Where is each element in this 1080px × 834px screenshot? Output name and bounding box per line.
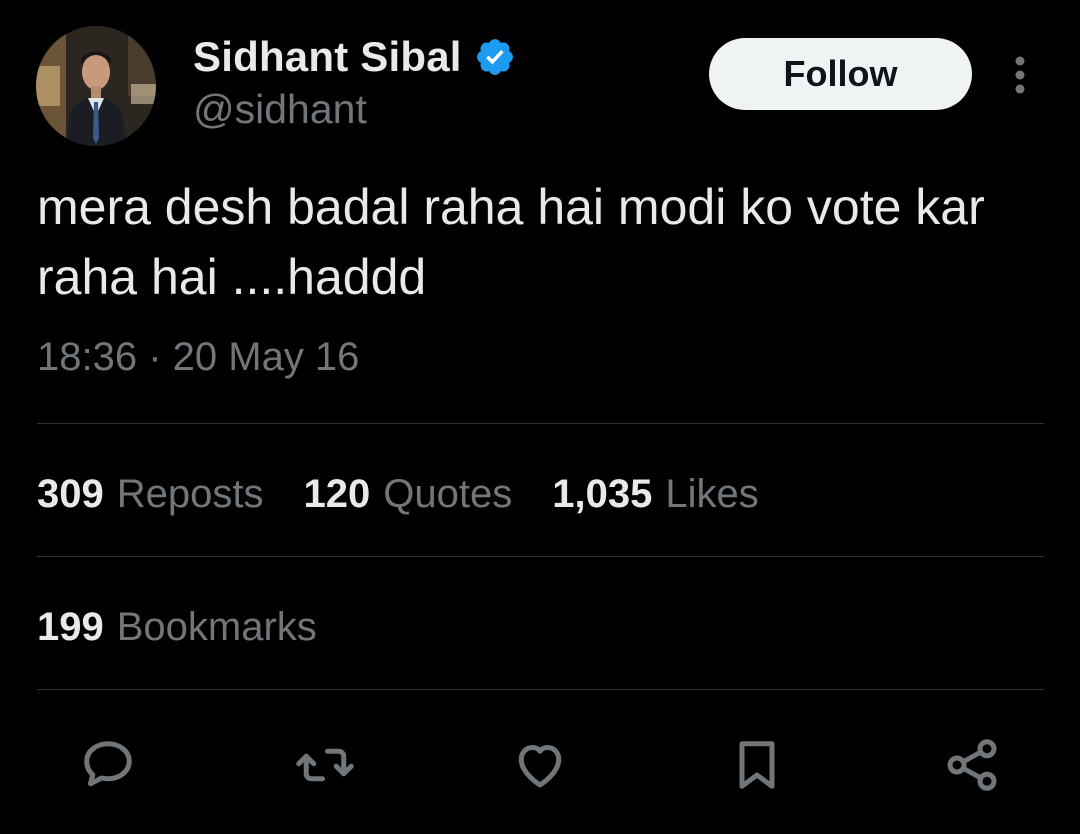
quotes-count: 120 — [303, 471, 371, 516]
quotes-label: Quotes — [383, 471, 513, 516]
likes-count: 1,035 — [552, 471, 653, 516]
bookmarks-stat[interactable]: 199 Bookmarks — [37, 599, 357, 655]
author-name[interactable]: Sidhant Sibal — [193, 33, 462, 81]
bookmarks-label: Bookmarks — [116, 604, 317, 649]
avatar-photo — [36, 26, 156, 146]
reply-icon[interactable] — [73, 730, 143, 800]
divider — [37, 689, 1044, 690]
engagement-stats: 309 Reposts 120 Quotes 1,035 Likes — [37, 466, 799, 522]
tweet-timestamp[interactable]: 18:36 · 20 May 16 — [37, 335, 359, 380]
reposts-stat[interactable]: 309 Reposts — [37, 472, 264, 517]
action-bar — [0, 730, 1080, 800]
reposts-label: Reposts — [116, 471, 264, 516]
repost-icon[interactable] — [290, 730, 360, 800]
verified-badge-icon[interactable] — [474, 36, 516, 78]
quotes-stat[interactable]: 120 Quotes — [304, 472, 513, 517]
author-name-row: Sidhant Sibal — [193, 30, 516, 84]
follow-button[interactable]: Follow — [709, 38, 972, 110]
divider — [37, 423, 1044, 424]
tweet-text: mera desh badal raha hai modi ko vote ka… — [37, 179, 985, 305]
likes-stat[interactable]: 1,035 Likes — [552, 472, 759, 517]
bookmark-icon[interactable] — [722, 730, 792, 800]
bookmarks-count: 199 — [37, 604, 104, 649]
author-handle[interactable]: @sidhant — [193, 86, 367, 133]
more-vertical-icon[interactable] — [1004, 50, 1036, 100]
divider — [37, 556, 1044, 557]
reposts-count: 309 — [37, 471, 104, 516]
like-icon[interactable] — [505, 730, 575, 800]
likes-label: Likes — [665, 471, 759, 516]
share-icon[interactable] — [937, 730, 1007, 800]
avatar[interactable] — [36, 26, 156, 146]
